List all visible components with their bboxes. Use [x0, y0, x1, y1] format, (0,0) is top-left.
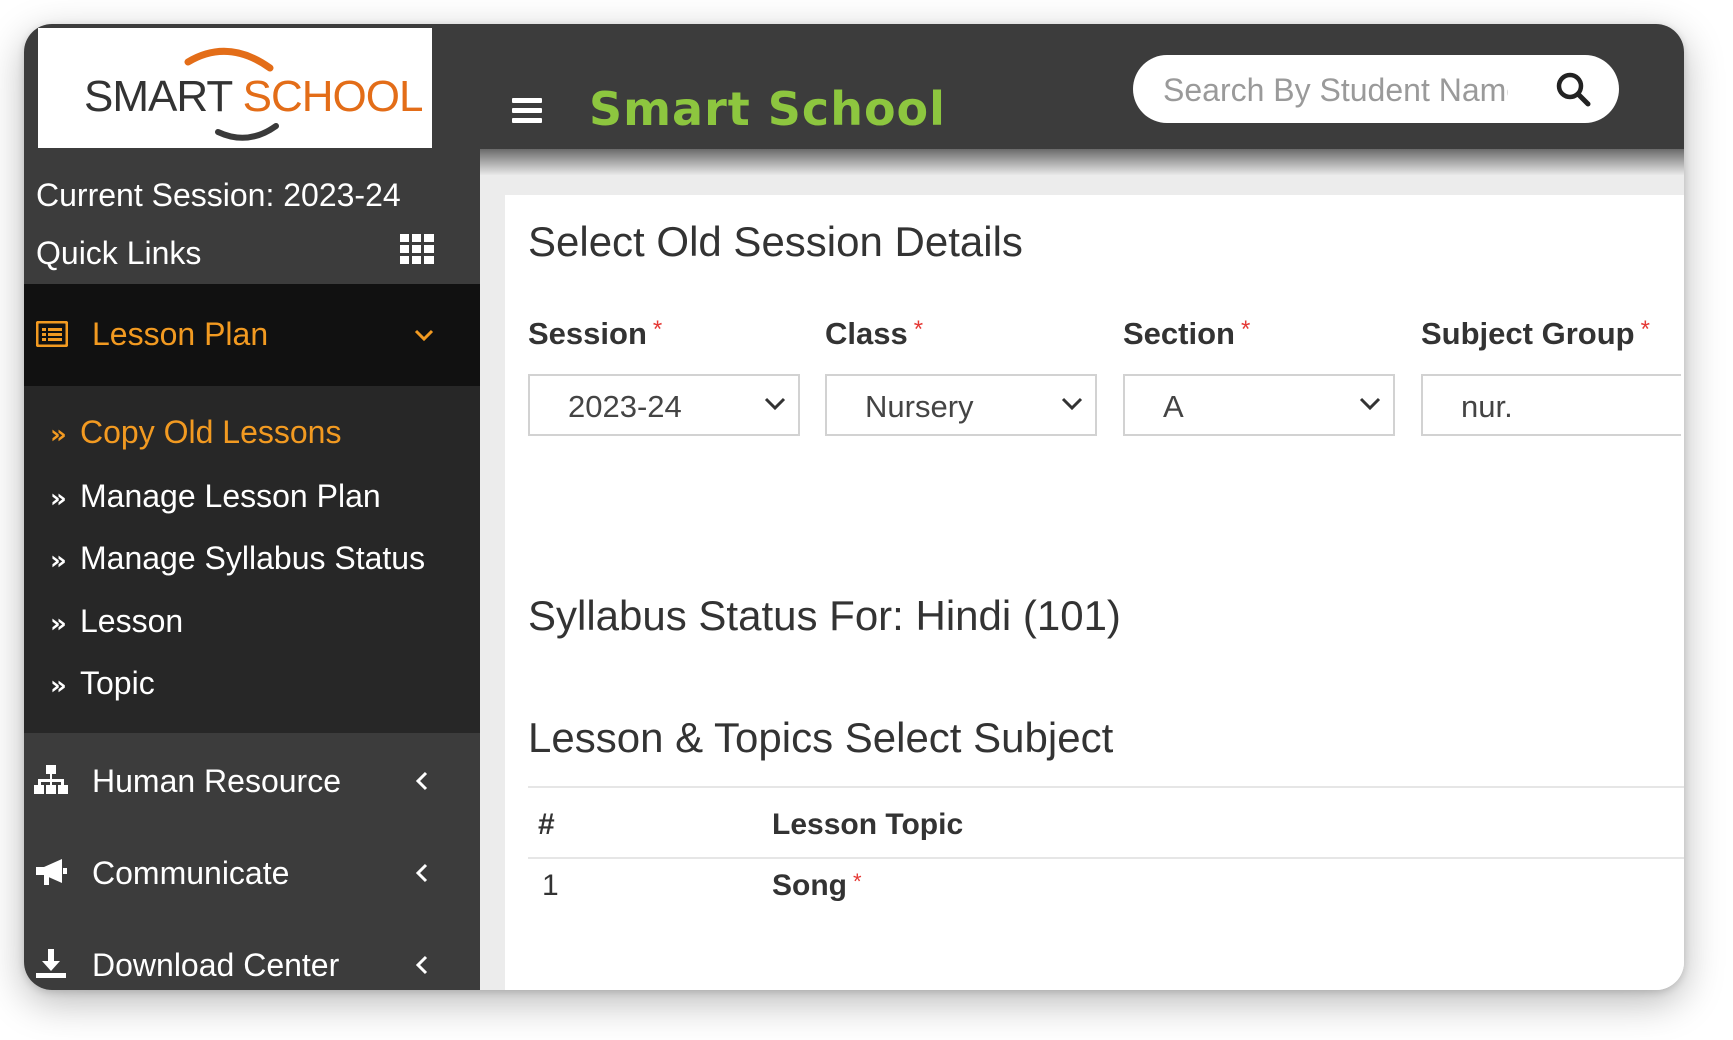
- app-window: SMART SCHOOL Smart School Current Sessio…: [24, 24, 1684, 990]
- submenu-item-label: Manage Syllabus Status: [80, 540, 426, 576]
- sitemap-icon: [34, 765, 68, 794]
- double-chevron-right-icon: »: [50, 671, 67, 701]
- sidebar-item-label: Lesson Plan: [92, 316, 269, 352]
- required-mark: *: [853, 869, 862, 894]
- chevron-down-icon: [1061, 397, 1083, 411]
- subject-group-label-text: Subject Group: [1421, 316, 1635, 351]
- sidebar-item-lesson-plan[interactable]: Lesson Plan: [24, 284, 480, 386]
- sidebar-item-label: Download Center: [92, 947, 340, 983]
- chevron-down-icon: [764, 397, 786, 411]
- content-top-shadow: [480, 149, 1684, 175]
- submenu-item-copy-old-lessons[interactable]: » Copy Old Lessons: [50, 414, 470, 470]
- submenu-item-label: Manage Lesson Plan: [80, 478, 381, 514]
- session-select[interactable]: 2023-24: [528, 374, 800, 436]
- search-input[interactable]: [1161, 67, 1510, 113]
- required-mark: *: [1640, 316, 1650, 343]
- submenu-item-manage-syllabus-status[interactable]: » Manage Syllabus Status: [50, 540, 470, 596]
- required-mark: *: [913, 316, 924, 343]
- app-title: Smart School: [589, 82, 946, 136]
- top-header: SMART SCHOOL Smart School: [24, 24, 1684, 149]
- submenu-item-topic[interactable]: » Topic: [50, 665, 470, 721]
- class-select-value: Nursery: [865, 389, 974, 424]
- sidebar-item-download-center[interactable]: Download Center: [24, 919, 480, 990]
- submenu-item-label: Lesson: [80, 603, 184, 639]
- chevron-left-icon: [416, 771, 428, 791]
- chevron-down-icon: [1359, 397, 1381, 411]
- search-icon[interactable]: [1555, 71, 1591, 107]
- required-mark: *: [652, 316, 663, 343]
- chevron-left-icon: [416, 955, 428, 975]
- sidebar-item-human-resource[interactable]: Human Resource: [24, 735, 480, 825]
- double-chevron-right-icon: »: [50, 420, 67, 450]
- session-label-text: Session: [528, 316, 647, 351]
- download-icon: [36, 949, 66, 978]
- table-header-number: #: [538, 808, 555, 841]
- table-top-divider: [528, 786, 1684, 788]
- double-chevron-right-icon: »: [50, 609, 67, 639]
- sidebar-item-label: Human Resource: [92, 763, 341, 799]
- page-title: Select Old Session Details: [528, 218, 1023, 265]
- logo-text: SMART SCHOOL: [84, 72, 424, 122]
- chevron-down-icon: [414, 329, 434, 342]
- required-mark: *: [1240, 316, 1251, 343]
- lesson-name: Song: [772, 869, 847, 902]
- lesson-plan-submenu: » Copy Old Lessons » Manage Lesson Plan » M…: [24, 386, 480, 733]
- current-session: Current Session: 2023-24: [36, 177, 401, 213]
- syllabus-status-heading: Syllabus Status For: Hindi (101): [528, 592, 1121, 639]
- double-chevron-right-icon: »: [50, 546, 67, 576]
- submenu-item-label: Copy Old Lessons: [80, 414, 342, 450]
- menu-toggle-icon[interactable]: [512, 98, 542, 123]
- table-header-lesson-topic: Lesson Topic: [772, 808, 964, 841]
- session-label: Session *: [528, 316, 662, 352]
- quick-links-label[interactable]: Quick Links: [36, 235, 201, 272]
- table-header-divider: [528, 857, 1684, 859]
- sidebar: Current Session: 2023-24 Quick Links Les…: [24, 149, 480, 990]
- session-select-value: 2023-24: [568, 389, 682, 424]
- logo-school-text: SCHOOL: [242, 72, 424, 121]
- section-select[interactable]: A: [1123, 374, 1395, 436]
- subject-group-select-value: nur.: [1461, 389, 1513, 424]
- table-cell-number: 1: [542, 869, 559, 902]
- class-label-text: Class: [825, 316, 908, 351]
- bullhorn-icon: [36, 859, 67, 885]
- logo[interactable]: SMART SCHOOL: [38, 28, 432, 148]
- table-cell-lesson: Song *: [772, 869, 862, 903]
- logo-smart-text: SMART: [84, 72, 232, 121]
- sidebar-item-label: Communicate: [92, 855, 290, 891]
- class-label: Class *: [825, 316, 923, 352]
- subject-group-select[interactable]: nur.: [1421, 374, 1681, 436]
- double-chevron-right-icon: »: [50, 484, 67, 514]
- sidebar-item-communicate[interactable]: Communicate: [24, 827, 480, 917]
- subject-group-label: Subject Group *: [1421, 316, 1650, 352]
- submenu-item-lesson[interactable]: » Lesson: [50, 603, 470, 659]
- grid-icon[interactable]: [400, 234, 434, 264]
- chevron-left-icon: [416, 863, 428, 883]
- section-label: Section *: [1123, 316, 1250, 352]
- lesson-topics-heading: Lesson & Topics Select Subject: [528, 714, 1114, 761]
- section-label-text: Section: [1123, 316, 1235, 351]
- submenu-item-manage-lesson-plan[interactable]: » Manage Lesson Plan: [50, 478, 470, 534]
- section-select-value: A: [1163, 389, 1184, 424]
- class-select[interactable]: Nursery: [825, 374, 1097, 436]
- lesson-plan-icon: [36, 321, 68, 347]
- search-bar: [1133, 55, 1619, 123]
- submenu-item-label: Topic: [80, 665, 155, 701]
